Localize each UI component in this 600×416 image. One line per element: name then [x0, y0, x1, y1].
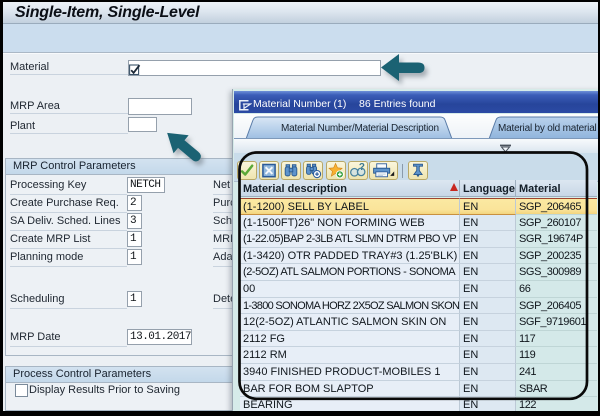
svg-text:?: ? — [359, 162, 365, 173]
svg-text:Material by old material numb: Material by old material numb — [498, 123, 598, 134]
svg-text:Material Number/Material Descr: Material Number/Material Description — [281, 123, 439, 134]
